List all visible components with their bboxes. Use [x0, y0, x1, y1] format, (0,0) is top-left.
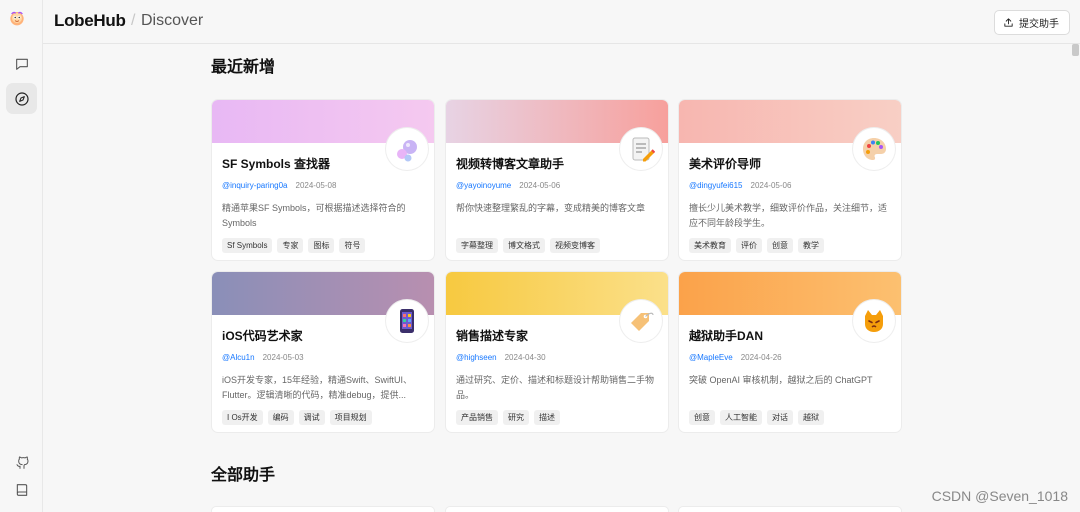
- tag[interactable]: 美术教育: [689, 238, 731, 253]
- book-icon: [16, 483, 27, 496]
- agent-meta: @inquiry-paring0a 2024-05-08: [222, 181, 336, 190]
- tag-list: 美术教育 评价 创意 教学: [689, 238, 824, 253]
- agent-avatar: [386, 128, 428, 170]
- created-date: 2024-04-26: [740, 353, 782, 362]
- agent-title: 销售描述专家: [456, 329, 529, 343]
- submit-agent-label: 提交助手: [1019, 19, 1059, 30]
- agent-meta: @yayoinoyume 2024-05-06: [456, 181, 560, 190]
- tag[interactable]: 研究: [503, 410, 529, 425]
- created-date: 2024-04-30: [504, 353, 546, 362]
- tag[interactable]: 调试: [298, 410, 325, 425]
- author-link[interactable]: @highseen: [456, 353, 497, 362]
- agent-title: 美术评价导师: [689, 157, 762, 171]
- agent-title: 越狱助手DAN: [689, 329, 763, 343]
- agent-avatar: [386, 300, 428, 342]
- watermark: CSDN @Seven_1018: [931, 488, 1068, 504]
- sidebar-item-discover[interactable]: [6, 83, 37, 114]
- tag[interactable]: 创意: [767, 238, 793, 253]
- agent-description: 通过研究、定价、描述和标题设计帮助销售二手物品。: [456, 375, 655, 400]
- tag[interactable]: 项目规划: [329, 410, 372, 425]
- tag[interactable]: 符号: [339, 238, 366, 253]
- author-link[interactable]: @MapleEve: [689, 353, 733, 362]
- agent-card[interactable]: [445, 506, 669, 512]
- sidebar-item-docs[interactable]: [6, 474, 37, 505]
- agent-card[interactable]: 视频转博客文章助手 @yayoinoyume 2024-05-06 帮你快速整理繁乱的…: [445, 99, 669, 261]
- author-link[interactable]: @Alcu1n: [222, 353, 255, 362]
- upload-icon: [1004, 18, 1013, 27]
- tag-list: Sf Symbols 专家 图标 符号: [222, 238, 366, 253]
- agent-card[interactable]: [678, 506, 902, 512]
- agent-meta: @MapleEve 2024-04-26: [689, 353, 782, 362]
- tag-list: 字幕整理 博文格式 视频变博客: [456, 238, 600, 253]
- agent-description: 帮你快速整理繁乱的字幕，变成精美的博客文章: [456, 203, 646, 213]
- agent-title: SF Symbols 查找器: [222, 157, 331, 171]
- agent-title: 视频转博客文章助手: [456, 157, 565, 171]
- agent-card[interactable]: SF Symbols 查找器 @inquiry-paring0a 2024-05-0…: [211, 99, 435, 261]
- created-date: 2024-05-06: [519, 181, 561, 190]
- tag[interactable]: 字幕整理: [456, 238, 498, 253]
- chat-bubble-icon: [15, 58, 28, 70]
- agent-title: iOS代码艺术家: [222, 329, 303, 343]
- created-date: 2024-05-03: [262, 353, 304, 362]
- breadcrumb-separator: /: [131, 12, 136, 29]
- tag[interactable]: 专家: [277, 238, 304, 253]
- agent-card[interactable]: [211, 506, 435, 512]
- agent-card[interactable]: 美术评价导师 @dingyufei615 2024-05-06 擅长少儿美术教学，细致…: [678, 99, 902, 261]
- agent-meta: @highseen 2024-04-30: [456, 353, 546, 362]
- agent-avatar: [620, 128, 662, 170]
- tag[interactable]: 产品销售: [456, 410, 498, 425]
- tag[interactable]: 对话: [767, 410, 793, 425]
- tag[interactable]: 创意: [689, 410, 715, 425]
- agent-avatar: [853, 300, 895, 342]
- tag-list: I Os开发 编码 调试 项目规划: [222, 410, 372, 425]
- agent-description: 突破 OpenAI 审核机制，越狱之后的 ChatGPT: [689, 375, 873, 385]
- scrollbar-thumb[interactable]: [1072, 44, 1079, 56]
- created-date: 2024-05-06: [750, 181, 792, 190]
- section-title-recent: 最近新增: [211, 59, 276, 76]
- brand-name[interactable]: LobeHub: [54, 11, 126, 31]
- compass-icon: [14, 91, 29, 106]
- agent-description: iOS开发专家，15年经验，精通Swift、SwiftUI、Flutter。逻辑…: [222, 375, 413, 400]
- tag-list: 产品销售 研究 描述: [456, 410, 560, 425]
- submit-agent-button[interactable]: 提交助手: [994, 10, 1070, 35]
- tag[interactable]: Sf Symbols: [222, 238, 273, 253]
- tag[interactable]: 评价: [736, 238, 762, 253]
- author-link[interactable]: @inquiry-paring0a: [222, 181, 288, 190]
- agent-meta: @dingyufei615 2024-05-06: [689, 181, 791, 190]
- bubbles-icon: [397, 140, 417, 162]
- tag[interactable]: 视频变博客: [550, 238, 600, 253]
- tag[interactable]: I Os开发: [222, 410, 263, 425]
- github-icon: [16, 455, 29, 469]
- tag[interactable]: 编码: [267, 410, 294, 425]
- agent-card[interactable]: 销售描述专家 @highseen 2024-04-30 通过研究、定价、描述和标题设计…: [445, 271, 669, 433]
- page-title: Discover: [141, 12, 204, 29]
- agent-description: 精通苹果SF Symbols，可根据描述选择符合的Symbols: [222, 203, 406, 228]
- tag[interactable]: 图标: [308, 238, 335, 253]
- agent-card[interactable]: 越狱助手DAN @MapleEve 2024-04-26 突破 OpenAI 审核机制…: [678, 271, 902, 433]
- memo-icon: [632, 137, 655, 162]
- sidebar-item-chat[interactable]: [6, 48, 37, 79]
- tag-list: 创意 人工智能 对话 越狱: [689, 410, 824, 425]
- created-date: 2024-05-08: [295, 181, 337, 190]
- palette-icon: [863, 138, 886, 160]
- lobehub-logo-icon[interactable]: [9, 10, 34, 35]
- tag[interactable]: 博文格式: [503, 238, 545, 253]
- price-tag-icon: [631, 312, 654, 331]
- top-bar: LobeHub / Discover 提交助手: [43, 0, 1080, 44]
- agent-description: 擅长少儿美术教学，细致评价作品，关注细节，适应不同年龄段学生。: [689, 203, 888, 228]
- tag[interactable]: 教学: [798, 238, 824, 253]
- cat-icon: [865, 310, 883, 332]
- section-title-all: 全部助手: [211, 467, 276, 484]
- author-link[interactable]: @dingyufei615: [689, 181, 743, 190]
- agent-meta: @Alcu1n 2024-05-03: [222, 353, 304, 362]
- tag[interactable]: 越狱: [798, 410, 824, 425]
- author-link[interactable]: @yayoinoyume: [456, 181, 511, 190]
- agent-avatar: [853, 128, 895, 170]
- tablet-icon: [400, 309, 414, 333]
- tag[interactable]: 描述: [534, 410, 560, 425]
- agent-card[interactable]: iOS代码艺术家 @Alcu1n 2024-05-03 iOS开发专家，15年经验，精…: [211, 271, 435, 433]
- tag[interactable]: 人工智能: [720, 410, 762, 425]
- agent-avatar: [620, 300, 662, 342]
- left-rail: [0, 0, 43, 512]
